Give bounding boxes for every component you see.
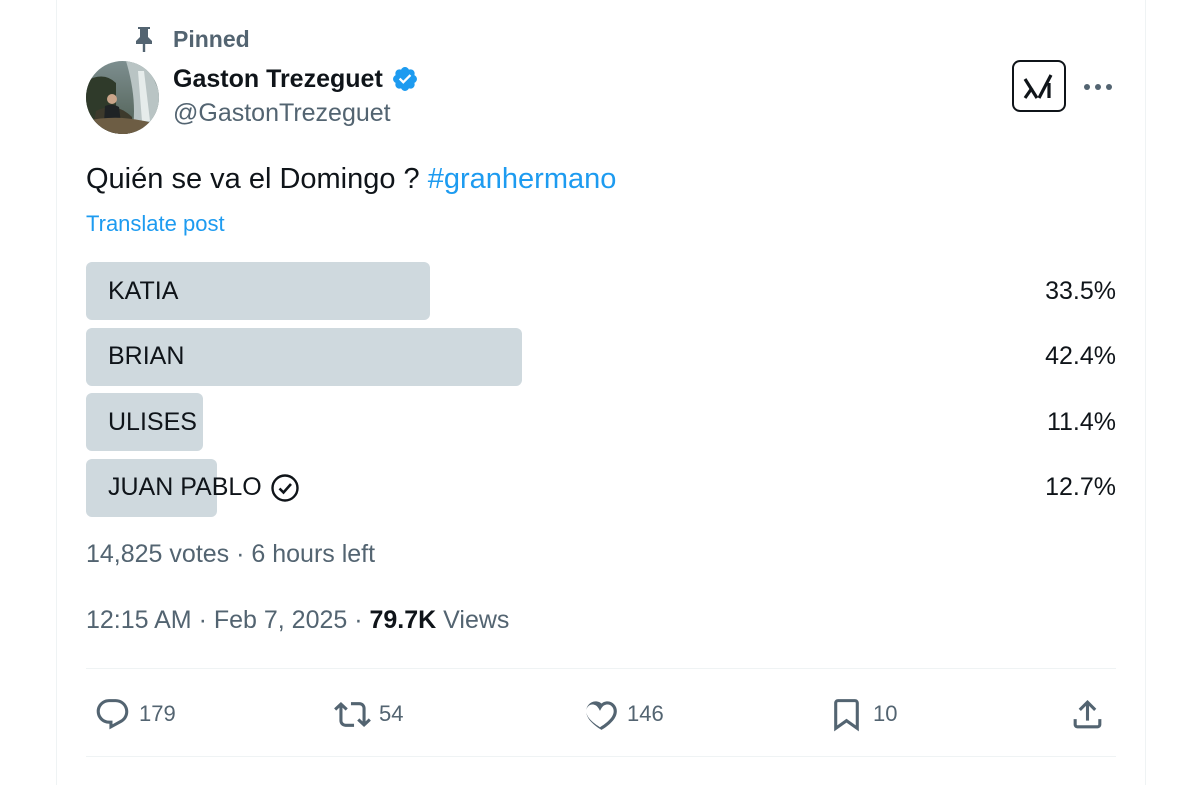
repost-icon — [334, 701, 371, 727]
poll-option-percent: 33.5% — [1045, 276, 1116, 305]
poll-option-percent: 42.4% — [1045, 342, 1116, 370]
poll-status: 14,825 votes · 6 hours left — [86, 540, 376, 568]
poll-option-label: BRIAN — [108, 342, 185, 370]
poll-option: KATIA 33.5% — [86, 262, 1116, 320]
grok-icon — [1023, 74, 1053, 99]
author-name[interactable]: Gaston Trezeguet — [173, 65, 383, 94]
pinned-indicator: Pinned — [132, 24, 250, 54]
poll-option-percent: 12.7% — [1045, 473, 1116, 501]
bookmark-count: 10 — [873, 701, 898, 726]
grok-button[interactable] — [1012, 60, 1066, 112]
share-button[interactable] — [1069, 688, 1106, 740]
bookmark-button[interactable]: 10 — [828, 688, 897, 740]
heart-icon — [586, 700, 617, 730]
poll-option-label: ULISES — [108, 407, 197, 436]
bookmark-icon — [834, 698, 859, 731]
views-label: Views — [436, 606, 510, 634]
like-button[interactable]: 146 — [582, 688, 664, 740]
pin-icon — [132, 24, 156, 54]
reply-button[interactable]: 179 — [94, 688, 176, 740]
more-icon — [1084, 84, 1112, 90]
verified-badge-icon — [392, 67, 417, 91]
avatar[interactable] — [86, 61, 159, 134]
timestamp[interactable]: 12:15 AM · Feb 7, 2025 · — [86, 606, 370, 634]
more-options-button[interactable] — [1078, 70, 1118, 104]
divider-bottom — [86, 756, 1116, 757]
share-icon — [1073, 699, 1102, 728]
hashtag-link[interactable]: #granhermano — [428, 163, 617, 195]
poll-option: ULISES 11.4% — [86, 393, 1116, 451]
like-count: 146 — [627, 701, 664, 726]
post-body: Quién se va el Domingo ? — [86, 163, 428, 195]
reply-icon — [96, 698, 129, 729]
poll-option-label: JUAN PABLO — [108, 473, 262, 501]
poll-option: BRIAN 42.4% — [86, 327, 1116, 386]
pinned-label: Pinned — [173, 25, 250, 52]
author-handle[interactable]: @GastonTrezeguet — [173, 99, 391, 128]
views-count: 79.7K — [369, 606, 437, 634]
reply-count: 179 — [139, 701, 176, 726]
action-bar: 179 54 146 10 — [86, 688, 1116, 740]
poll-option-percent: 11.4% — [1046, 407, 1116, 436]
repost-count: 54 — [379, 701, 404, 726]
post-text: Quién se va el Domingo ? #granhermano — [86, 163, 616, 196]
chosen-check-icon — [271, 473, 299, 502]
poll-option: JUAN PABLO 12.7% — [86, 458, 1116, 517]
divider-top — [86, 668, 1116, 669]
poll: KATIA 33.5% BRIAN 42.4% ULISES 11.4% JUA… — [86, 262, 1116, 524]
translate-post-link[interactable]: Translate post — [86, 211, 225, 237]
repost-button[interactable]: 54 — [334, 688, 403, 740]
post-meta: 12:15 AM · Feb 7, 2025 · 79.7K Views — [86, 606, 509, 635]
poll-option-label: KATIA — [108, 276, 179, 305]
author-name-row[interactable]: Gaston Trezeguet — [173, 62, 419, 96]
